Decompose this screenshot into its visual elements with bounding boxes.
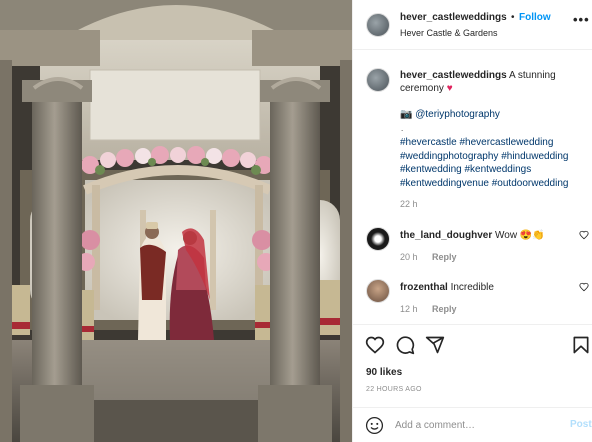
heart-emoji: ♥	[446, 83, 453, 94]
comment-text: frozenthal Incredible	[400, 282, 494, 293]
follow-button[interactable]: Follow	[519, 12, 551, 23]
comment-body: Wow	[495, 230, 518, 241]
caption-text: hever_castleweddings A stunning ceremony…	[400, 69, 585, 95]
comment-username[interactable]: the_land_doughver	[400, 230, 492, 241]
post-sidebar: hever_castleweddings • Follow Hever Cast…	[352, 0, 592, 442]
avatar[interactable]	[366, 227, 390, 251]
post-timestamp: 22 HOURS AGO	[366, 386, 422, 393]
credit-link[interactable]: @teriyphotography	[415, 109, 500, 120]
location-link[interactable]: Hever Castle & Gardens	[400, 28, 498, 38]
caption-username[interactable]: hever_castleweddings	[400, 70, 507, 81]
photo-credit: 📷 @teriyphotography	[400, 109, 500, 120]
instagram-post: hever_castleweddings • Follow Hever Cast…	[0, 0, 592, 442]
comment-icon[interactable]	[395, 335, 415, 355]
share-icon[interactable]	[425, 335, 445, 355]
comment-emoji: 😍👏	[519, 230, 545, 241]
post-header: hever_castleweddings • Follow Hever Cast…	[353, 0, 592, 50]
caption-time: 22 h	[400, 199, 418, 209]
caption-separator: .	[401, 124, 404, 133]
emoji-icon[interactable]	[365, 416, 384, 435]
comment-input[interactable]	[395, 417, 555, 433]
post-comment-button[interactable]: Post	[570, 419, 592, 430]
wedding-ceremony-photo	[0, 0, 352, 442]
comment-text: the_land_doughver Wow 😍👏	[400, 230, 545, 241]
hashtags[interactable]: #hevercastle #hevercastlewedding #weddin…	[400, 136, 590, 190]
bookmark-icon[interactable]	[571, 335, 591, 355]
comment-meta: 12 h Reply	[400, 304, 457, 314]
heart-icon[interactable]	[365, 335, 385, 355]
post-photo[interactable]	[0, 0, 352, 442]
reply-button[interactable]: Reply	[432, 252, 457, 262]
comment-username[interactable]: frozenthal	[400, 282, 448, 293]
more-options-icon[interactable]: •••	[573, 12, 590, 27]
heart-icon[interactable]	[579, 230, 589, 240]
likes-count[interactable]: 90 likes	[366, 367, 402, 378]
comment-item: the_land_doughver Wow 😍👏 20 h Reply	[353, 223, 592, 263]
avatar[interactable]	[366, 13, 390, 37]
camera-icon: 📷	[400, 109, 413, 120]
comment-time: 20 h	[400, 252, 418, 262]
comment-meta: 20 h Reply	[400, 252, 457, 262]
separator-dot: •	[511, 12, 515, 23]
comment-body: Incredible	[450, 282, 494, 293]
add-comment-bar: Post	[353, 407, 592, 442]
avatar[interactable]	[366, 279, 390, 303]
header-username[interactable]: hever_castleweddings	[400, 12, 507, 23]
avatar[interactable]	[366, 68, 390, 92]
comment-time: 12 h	[400, 304, 418, 314]
comment-item: frozenthal Incredible 12 h Reply	[353, 275, 592, 315]
reply-button[interactable]: Reply	[432, 304, 457, 314]
heart-icon[interactable]	[579, 282, 589, 292]
